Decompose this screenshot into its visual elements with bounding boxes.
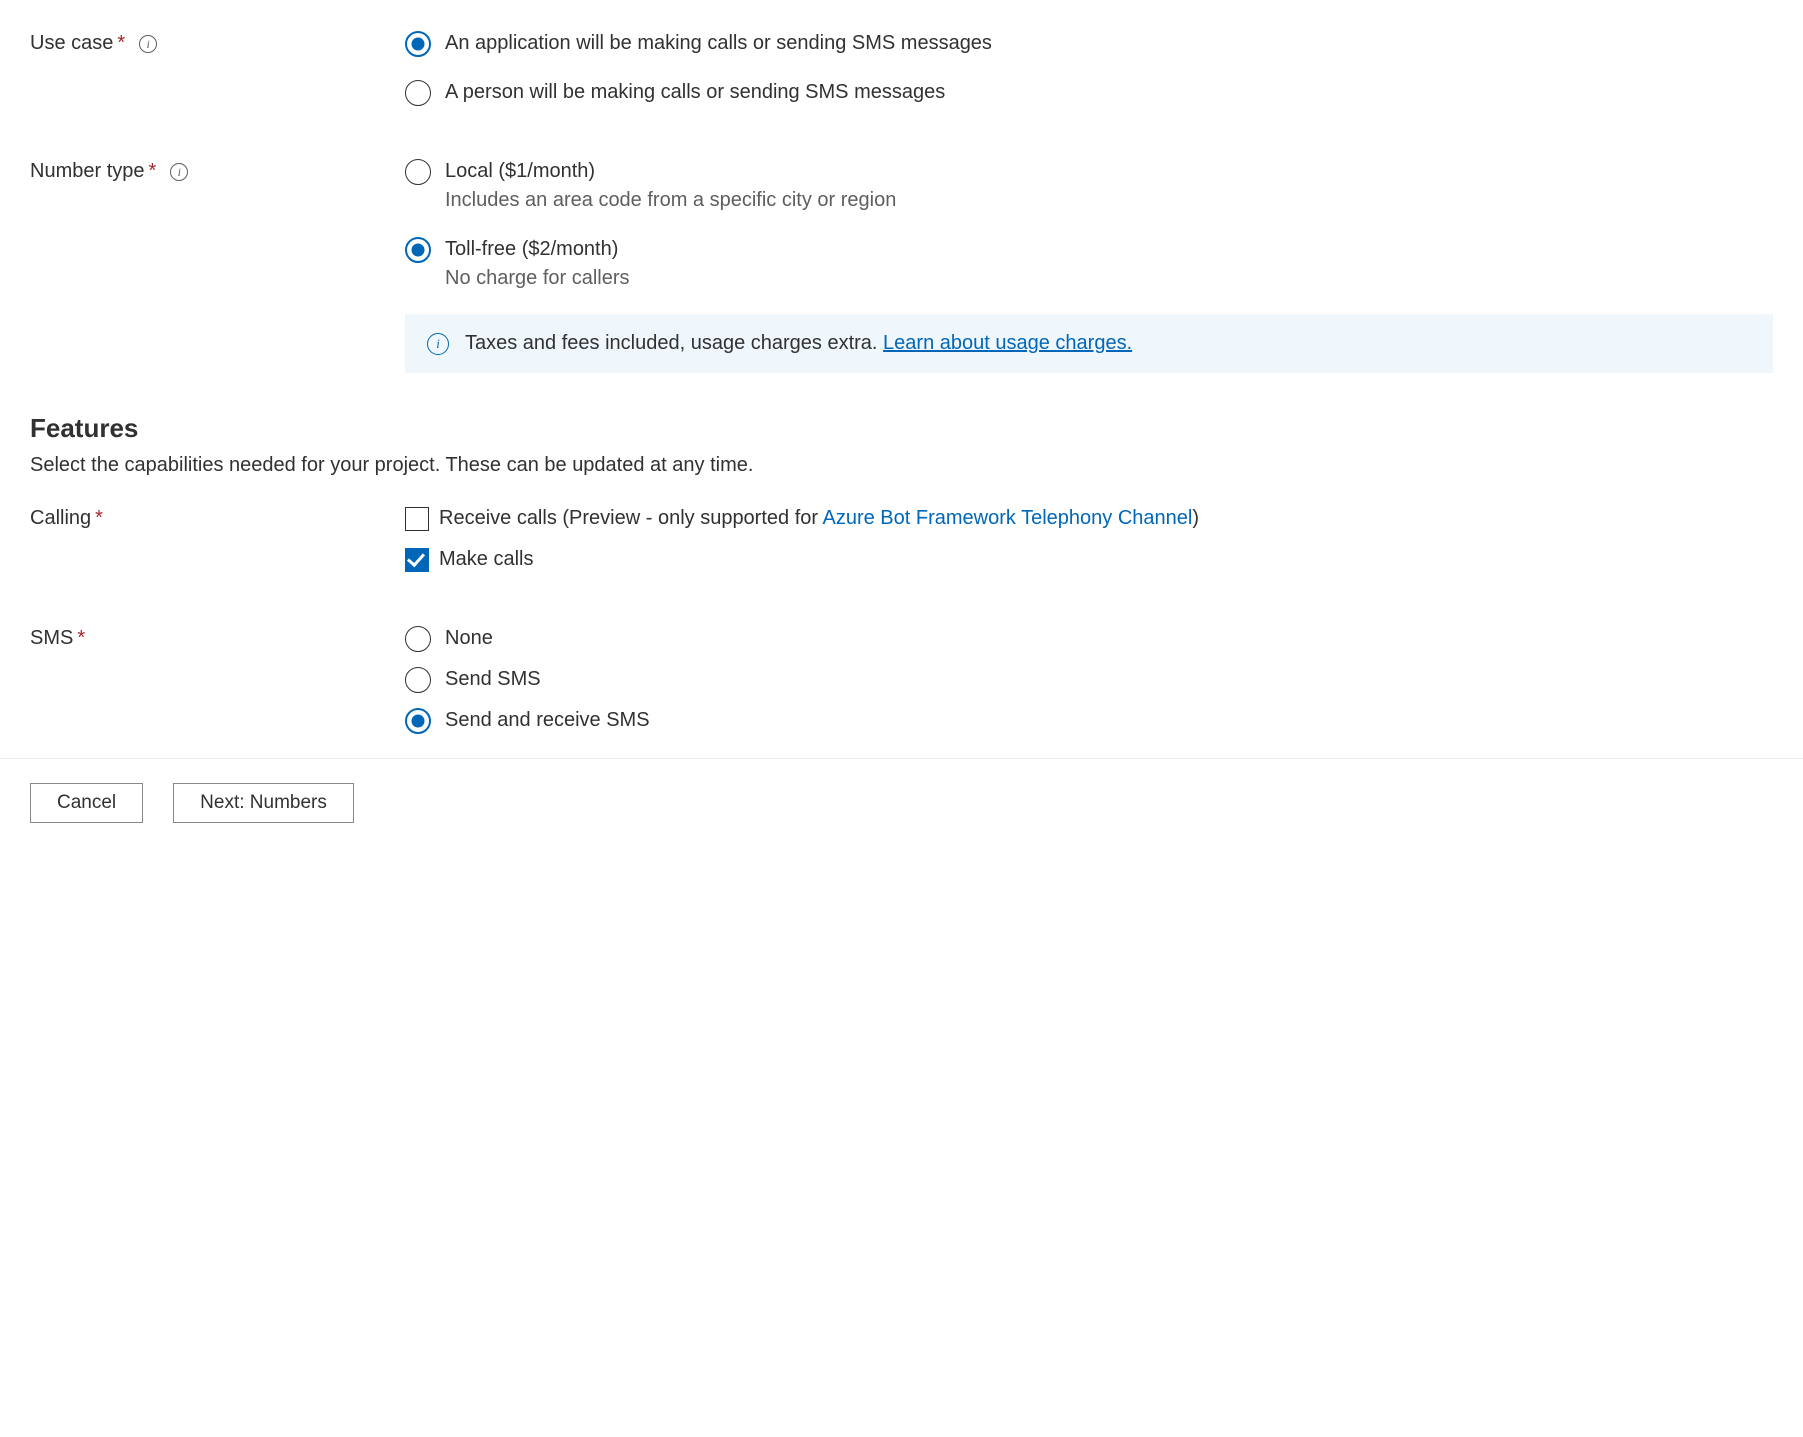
notice-text: Taxes and fees included, usage charges e… — [465, 332, 883, 354]
sms-send-receive-radio[interactable]: Send and receive SMS — [405, 707, 1773, 734]
use-case-label: Use case — [30, 32, 113, 55]
telephony-channel-link[interactable]: Azure Bot Framework Telephony Channel — [823, 507, 1193, 529]
checkbox-indicator — [405, 548, 429, 572]
sms-none-radio[interactable]: None — [405, 625, 1773, 652]
info-icon: i — [427, 333, 449, 355]
calling-label: Calling — [30, 507, 91, 530]
number-type-tollfree-radio[interactable]: Toll-free ($2/month) No charge for calle… — [405, 236, 1773, 292]
radio-sublabel: No charge for callers — [445, 265, 630, 292]
radio-indicator — [405, 626, 431, 652]
radio-label: An application will be making calls or s… — [445, 30, 992, 57]
radio-label: Send and receive SMS — [445, 707, 650, 734]
use-case-person-radio[interactable]: A person will be making calls or sending… — [405, 79, 1773, 106]
features-heading: Features — [30, 413, 1773, 444]
info-icon[interactable]: i — [139, 35, 157, 53]
usage-charges-link[interactable]: Learn about usage charges. — [883, 332, 1132, 354]
radio-sublabel: Includes an area code from a specific ci… — [445, 187, 896, 214]
radio-indicator — [405, 237, 431, 263]
radio-label: Local ($1/month) — [445, 158, 896, 185]
required-asterisk: * — [117, 32, 125, 55]
cancel-button[interactable]: Cancel — [30, 783, 143, 823]
next-numbers-button[interactable]: Next: Numbers — [173, 783, 354, 823]
radio-indicator — [405, 159, 431, 185]
use-case-application-radio[interactable]: An application will be making calls or s… — [405, 30, 1773, 57]
checkbox-label: Make calls — [439, 546, 1773, 573]
radio-indicator — [405, 708, 431, 734]
radio-indicator — [405, 667, 431, 693]
radio-label: Toll-free ($2/month) — [445, 236, 630, 263]
sms-label: SMS — [30, 627, 73, 650]
receive-calls-checkbox[interactable]: Receive calls (Preview - only supported … — [405, 505, 1773, 532]
radio-label: None — [445, 625, 493, 652]
required-asterisk: * — [149, 160, 157, 183]
sms-send-radio[interactable]: Send SMS — [405, 666, 1773, 693]
radio-label: Send SMS — [445, 666, 541, 693]
checkbox-indicator — [405, 507, 429, 531]
radio-label: A person will be making calls or sending… — [445, 79, 945, 106]
make-calls-checkbox[interactable]: Make calls — [405, 546, 1773, 573]
radio-indicator — [405, 80, 431, 106]
receive-calls-text-prefix: Receive calls (Preview - only supported … — [439, 507, 823, 529]
required-asterisk: * — [77, 627, 85, 650]
number-type-local-radio[interactable]: Local ($1/month) Includes an area code f… — [405, 158, 1773, 214]
required-asterisk: * — [95, 507, 103, 530]
footer-divider — [0, 758, 1803, 759]
pricing-notice: i Taxes and fees included, usage charges… — [405, 314, 1773, 373]
features-description: Select the capabilities needed for your … — [30, 454, 1773, 477]
number-type-label: Number type — [30, 160, 145, 183]
info-icon[interactable]: i — [170, 163, 188, 181]
receive-calls-text-suffix: ) — [1192, 507, 1199, 529]
radio-indicator — [405, 31, 431, 57]
